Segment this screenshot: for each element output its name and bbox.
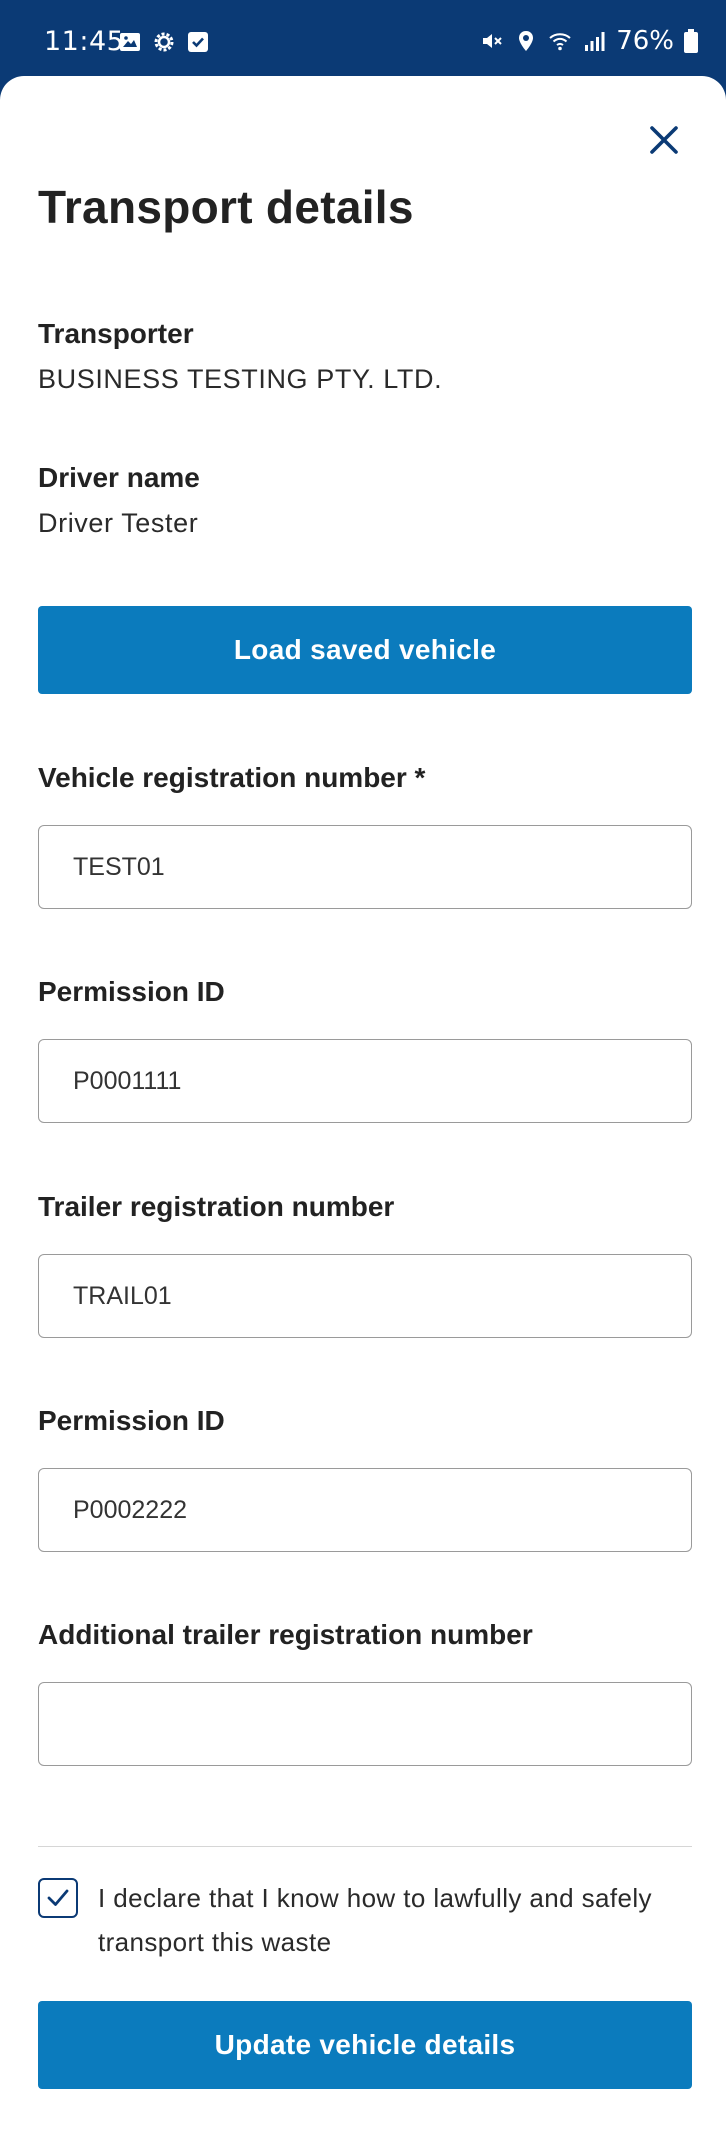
trailer-registration-input[interactable] bbox=[38, 1254, 692, 1338]
location-icon bbox=[519, 31, 534, 51]
trailer-registration-label: Trailer registration number bbox=[38, 1191, 395, 1222]
transporter-info: Transporter BUSINESS TESTING PTY. LTD. bbox=[38, 318, 442, 395]
mute-icon bbox=[483, 34, 502, 48]
driver-info: Driver name Driver Tester bbox=[38, 462, 200, 539]
vehicle-registration-input[interactable] bbox=[38, 825, 692, 909]
page-title: Transport details bbox=[38, 181, 414, 233]
wifi-icon bbox=[549, 33, 571, 51]
trailer-permission-id-input[interactable] bbox=[38, 1468, 692, 1552]
close-button[interactable] bbox=[642, 118, 686, 162]
load-saved-vehicle-button[interactable]: Load saved vehicle bbox=[38, 606, 692, 694]
close-icon bbox=[650, 126, 678, 154]
check-square-icon bbox=[188, 32, 208, 52]
checkmark-icon bbox=[47, 1889, 69, 1906]
update-vehicle-details-button[interactable]: Update vehicle details bbox=[38, 2001, 692, 2089]
vehicle-permission-id-input[interactable] bbox=[38, 1039, 692, 1123]
settings-icon bbox=[154, 32, 174, 52]
transport-details-sheet: Transport details Transporter BUSINESS T… bbox=[0, 76, 726, 2132]
transporter-value: BUSINESS TESTING PTY. LTD. bbox=[38, 364, 443, 394]
declaration-checkbox[interactable] bbox=[38, 1878, 78, 1918]
declaration-text: I declare that I know how to lawfully an… bbox=[98, 1883, 652, 1957]
status-system-icons: 76% bbox=[480, 26, 698, 56]
additional-trailer-registration-label: Additional trailer registration number bbox=[38, 1619, 533, 1650]
driver-name-value: Driver Tester bbox=[38, 508, 199, 538]
divider bbox=[38, 1846, 692, 1847]
declaration-row: I declare that I know how to lawfully an… bbox=[38, 1876, 692, 1964]
status-bar: 11:45 76% bbox=[0, 0, 726, 80]
vehicle-registration-label: Vehicle registration number * bbox=[38, 762, 426, 793]
transporter-label: Transporter bbox=[38, 318, 194, 349]
battery-level: 76% bbox=[616, 26, 674, 56]
signal-icon bbox=[585, 32, 605, 51]
status-notification-icons bbox=[118, 30, 210, 54]
battery-icon bbox=[684, 29, 698, 53]
gallery-icon bbox=[120, 33, 140, 51]
vehicle-permission-id-label: Permission ID bbox=[38, 976, 225, 1007]
driver-name-label: Driver name bbox=[38, 462, 200, 493]
additional-trailer-registration-input[interactable] bbox=[38, 1682, 692, 1766]
trailer-permission-id-label: Permission ID bbox=[38, 1405, 225, 1436]
status-time: 11:45 bbox=[44, 26, 125, 57]
